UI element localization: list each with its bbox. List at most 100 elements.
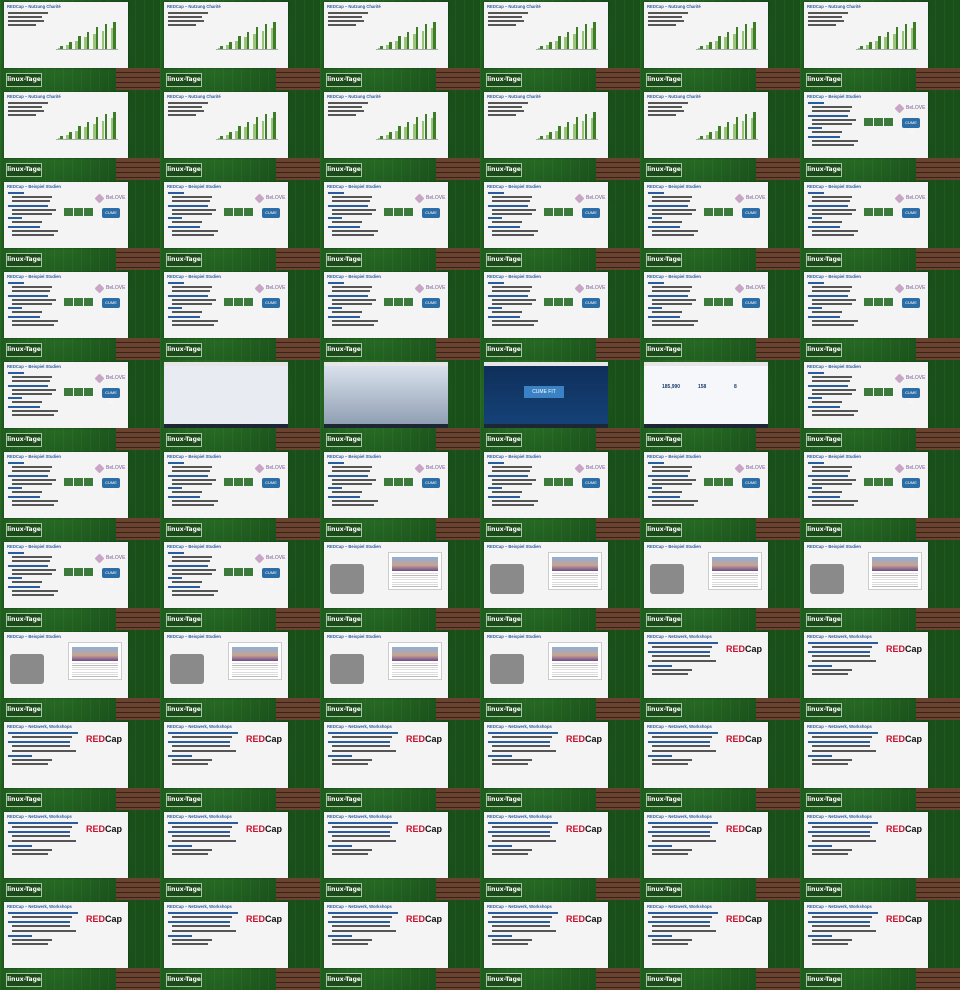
video-thumbnail[interactable]: REDCap – Netzwerk, Workshops REDCap linux-… bbox=[480, 810, 640, 900]
video-thumbnail[interactable]: REDCap – Beispiel Studien linux-Tage bbox=[640, 540, 800, 630]
chart-bar bbox=[433, 112, 437, 140]
video-thumbnail[interactable]: REDCap – Nutzung Charité linux-Tage bbox=[160, 90, 320, 180]
video-thumbnail[interactable]: REDCap – Beispiel Studien BeLOVE CUME FIT l… bbox=[160, 540, 320, 630]
redcap-logo: REDCap bbox=[726, 644, 762, 654]
video-thumbnail[interactable]: REDCap – Netzwerk, Workshops REDCap linux-… bbox=[640, 810, 800, 900]
video-thumbnail[interactable]: REDCap – Nutzung Charité linux-Tage bbox=[0, 90, 160, 180]
video-thumbnail[interactable]: linux-Tage bbox=[160, 360, 320, 450]
bullet-line bbox=[488, 282, 504, 284]
video-thumbnail[interactable]: REDCap – Nutzung Charité linux-Tage bbox=[160, 0, 320, 90]
news-article-photo bbox=[548, 642, 602, 680]
conference-photo bbox=[872, 557, 918, 571]
linux-tage-logo: linux-Tage bbox=[166, 613, 202, 627]
bullet-line bbox=[8, 295, 48, 297]
video-thumbnail[interactable]: REDCap – Beispiel Studien linux-Tage bbox=[480, 540, 640, 630]
video-thumbnail[interactable]: REDCap – Beispiel Studien BeLOVE CUME FIT l… bbox=[160, 450, 320, 540]
video-thumbnail[interactable]: REDCap – Netzwerk, Workshops REDCap linux-… bbox=[480, 720, 640, 810]
video-thumbnail[interactable]: REDCap – Beispiel Studien linux-Tage bbox=[320, 540, 480, 630]
video-thumbnail[interactable]: REDCap – Netzwerk, Workshops REDCap linux-… bbox=[640, 900, 800, 990]
video-thumbnail[interactable]: REDCap – Beispiel Studien BeLOVE CUME FIT l… bbox=[800, 450, 960, 540]
cumefit-logo: CUME FIT bbox=[902, 208, 920, 225]
video-thumbnail[interactable]: REDCap – Beispiel Studien BeLOVE CUME FIT l… bbox=[0, 540, 160, 630]
video-thumbnail[interactable]: REDCap – Nutzung Charité linux-Tage bbox=[0, 0, 160, 90]
video-thumbnail[interactable]: REDCap – Netzwerk, Workshops REDCap linux-… bbox=[800, 810, 960, 900]
video-thumbnail[interactable]: REDCap – Nutzung Charité linux-Tage bbox=[480, 0, 640, 90]
video-thumbnail[interactable]: REDCap – Netzwerk, Workshops REDCap linux-… bbox=[0, 900, 160, 990]
bullet-line bbox=[8, 577, 22, 579]
video-thumbnail[interactable]: REDCap – Beispiel Studien linux-Tage bbox=[320, 630, 480, 720]
video-thumbnail[interactable]: REDCap – Netzwerk, Workshops REDCap linux-… bbox=[160, 900, 320, 990]
video-thumbnail[interactable]: REDCap – Netzwerk, Workshops REDCap linux-… bbox=[640, 720, 800, 810]
video-thumbnail[interactable]: REDCap – Beispiel Studien BeLOVE CUME FIT l… bbox=[0, 270, 160, 360]
video-thumbnail[interactable]: REDCap – Netzwerk, Workshops REDCap linux-… bbox=[0, 720, 160, 810]
redcap-logo: REDCap bbox=[726, 824, 762, 834]
video-thumbnail[interactable]: REDCap – Netzwerk, Workshops REDCap linux-… bbox=[640, 630, 800, 720]
bullet-line bbox=[8, 114, 36, 116]
video-thumbnail[interactable]: linux-Tage bbox=[320, 360, 480, 450]
redcap-red-text: RED bbox=[405, 914, 425, 924]
video-thumbnail[interactable]: REDCap – Beispiel Studien BeLOVE CUME FIT l… bbox=[640, 270, 800, 360]
video-thumbnail[interactable]: REDCap – Netzwerk, Workshops REDCap linux-… bbox=[320, 720, 480, 810]
video-thumbnail[interactable]: REDCap – Nutzung Charité linux-Tage bbox=[640, 90, 800, 180]
betlove-logo: BeLOVE bbox=[894, 103, 925, 114]
video-thumbnail[interactable]: REDCap – Nutzung Charité linux-Tage bbox=[800, 0, 960, 90]
video-thumbnail[interactable]: REDCap – Beispiel Studien BeLOVE CUME FIT l… bbox=[160, 180, 320, 270]
video-thumbnail[interactable]: REDCap – Beispiel Studien BeLOVE CUME FIT l… bbox=[480, 450, 640, 540]
betlove-text: BeLOVE bbox=[586, 285, 606, 291]
video-thumbnail[interactable]: REDCap – Netzwerk, Workshops REDCap linux-… bbox=[320, 900, 480, 990]
video-thumbnail[interactable]: REDCap – Beispiel Studien BeLOVE CUME FIT l… bbox=[0, 450, 160, 540]
bullet-line bbox=[328, 110, 364, 112]
video-thumbnail[interactable]: REDCap – Beispiel Studien BeLOVE CUME FIT l… bbox=[800, 180, 960, 270]
bullet-line bbox=[812, 470, 850, 472]
video-thumbnail[interactable]: REDCap – Beispiel Studien BeLOVE CUME FIT l… bbox=[480, 180, 640, 270]
video-thumbnail[interactable]: REDCap – Beispiel Studien BeLOVE CUME FIT l… bbox=[800, 360, 960, 450]
bullet-line bbox=[332, 200, 370, 202]
video-thumbnail[interactable]: REDCap – Beispiel Studien BeLOVE CUME FIT l… bbox=[320, 270, 480, 360]
bullet-line bbox=[488, 912, 558, 914]
bullet-line bbox=[328, 114, 356, 116]
video-thumbnail[interactable]: REDCap – Beispiel Studien linux-Tage bbox=[160, 630, 320, 720]
bullet-line bbox=[808, 406, 840, 408]
video-thumbnail[interactable]: REDCap – Netzwerk, Workshops REDCap linux-… bbox=[800, 900, 960, 990]
video-thumbnail[interactable]: REDCap – Beispiel Studien BeLOVE CUME FIT l… bbox=[800, 90, 960, 180]
video-thumbnail[interactable]: REDCap – Nutzung Charité linux-Tage bbox=[320, 90, 480, 180]
speaker-podium bbox=[436, 788, 480, 810]
video-thumbnail[interactable]: REDCap – Beispiel Studien linux-Tage bbox=[800, 540, 960, 630]
video-thumbnail[interactable]: REDCap – Netzwerk, Workshops REDCap linux-… bbox=[0, 810, 160, 900]
speaker-podium bbox=[756, 968, 800, 990]
presentation-slide: REDCap – Beispiel Studien BeLOVE CUME FIT bbox=[324, 452, 448, 518]
article-text bbox=[872, 573, 918, 587]
bullet-line bbox=[8, 20, 44, 22]
video-thumbnail[interactable]: REDCap – Beispiel Studien BeLOVE CUME FIT l… bbox=[480, 270, 640, 360]
video-thumbnail[interactable]: REDCap – Beispiel Studien BeLOVE CUME FIT l… bbox=[0, 180, 160, 270]
video-thumbnail[interactable]: REDCap – Nutzung Charité linux-Tage bbox=[480, 90, 640, 180]
video-thumbnail[interactable]: REDCap – Beispiel Studien BeLOVE CUME FIT l… bbox=[320, 180, 480, 270]
video-thumbnail[interactable]: REDCap – Netzwerk, Workshops REDCap linux-… bbox=[320, 810, 480, 900]
video-thumbnail[interactable]: REDCap – Beispiel Studien linux-Tage bbox=[0, 630, 160, 720]
video-thumbnail[interactable]: CUME FIT linux-Tage bbox=[480, 360, 640, 450]
video-thumbnail[interactable]: REDCap – Beispiel Studien BeLOVE CUME FIT l… bbox=[640, 450, 800, 540]
presentation-slide: REDCap – Netzwerk, Workshops REDCap bbox=[324, 812, 448, 878]
video-thumbnail[interactable]: REDCap – Beispiel Studien BeLOVE CUME FIT l… bbox=[640, 180, 800, 270]
video-thumbnail[interactable]: REDCap – Beispiel Studien BeLOVE CUME FIT l… bbox=[320, 450, 480, 540]
redcap-black-text: Cap bbox=[904, 734, 922, 744]
video-thumbnail[interactable]: REDCap – Netzwerk, Workshops REDCap linux-… bbox=[160, 810, 320, 900]
video-thumbnail[interactable]: REDCap – Beispiel Studien BeLOVE CUME FIT l… bbox=[0, 360, 160, 450]
bullet-line bbox=[172, 560, 210, 562]
video-thumbnail[interactable]: REDCap – Nutzung Charité linux-Tage bbox=[320, 0, 480, 90]
video-thumbnail[interactable]: REDCap – Netzwerk, Workshops REDCap linux-… bbox=[160, 720, 320, 810]
video-thumbnail[interactable]: REDCap – Beispiel Studien BeLOVE CUME FIT l… bbox=[160, 270, 320, 360]
video-thumbnail[interactable]: REDCap – Nutzung Charité linux-Tage bbox=[640, 0, 800, 90]
bullet-line bbox=[12, 573, 52, 575]
bullet-line bbox=[488, 307, 502, 309]
video-thumbnail[interactable]: REDCap – Netzwerk, Workshops REDCap linux-… bbox=[480, 900, 640, 990]
bullet-line bbox=[12, 853, 48, 855]
video-thumbnail[interactable]: REDCap – Netzwerk, Workshops REDCap linux-… bbox=[800, 720, 960, 810]
slide-title: REDCap – Nutzung Charité bbox=[487, 94, 541, 99]
video-thumbnail[interactable]: REDCap – Netzwerk, Workshops REDCap linux-… bbox=[800, 630, 960, 720]
video-thumbnail[interactable]: REDCap – Beispiel Studien BeLOVE CUME FIT l… bbox=[800, 270, 960, 360]
slide-title: REDCap – Nutzung Charité bbox=[167, 4, 221, 9]
video-thumbnail[interactable]: REDCap – Beispiel Studien linux-Tage bbox=[480, 630, 640, 720]
video-thumbnail[interactable]: 185,990 158 8 linux-Tage bbox=[640, 360, 800, 450]
chart-bar bbox=[238, 36, 241, 50]
